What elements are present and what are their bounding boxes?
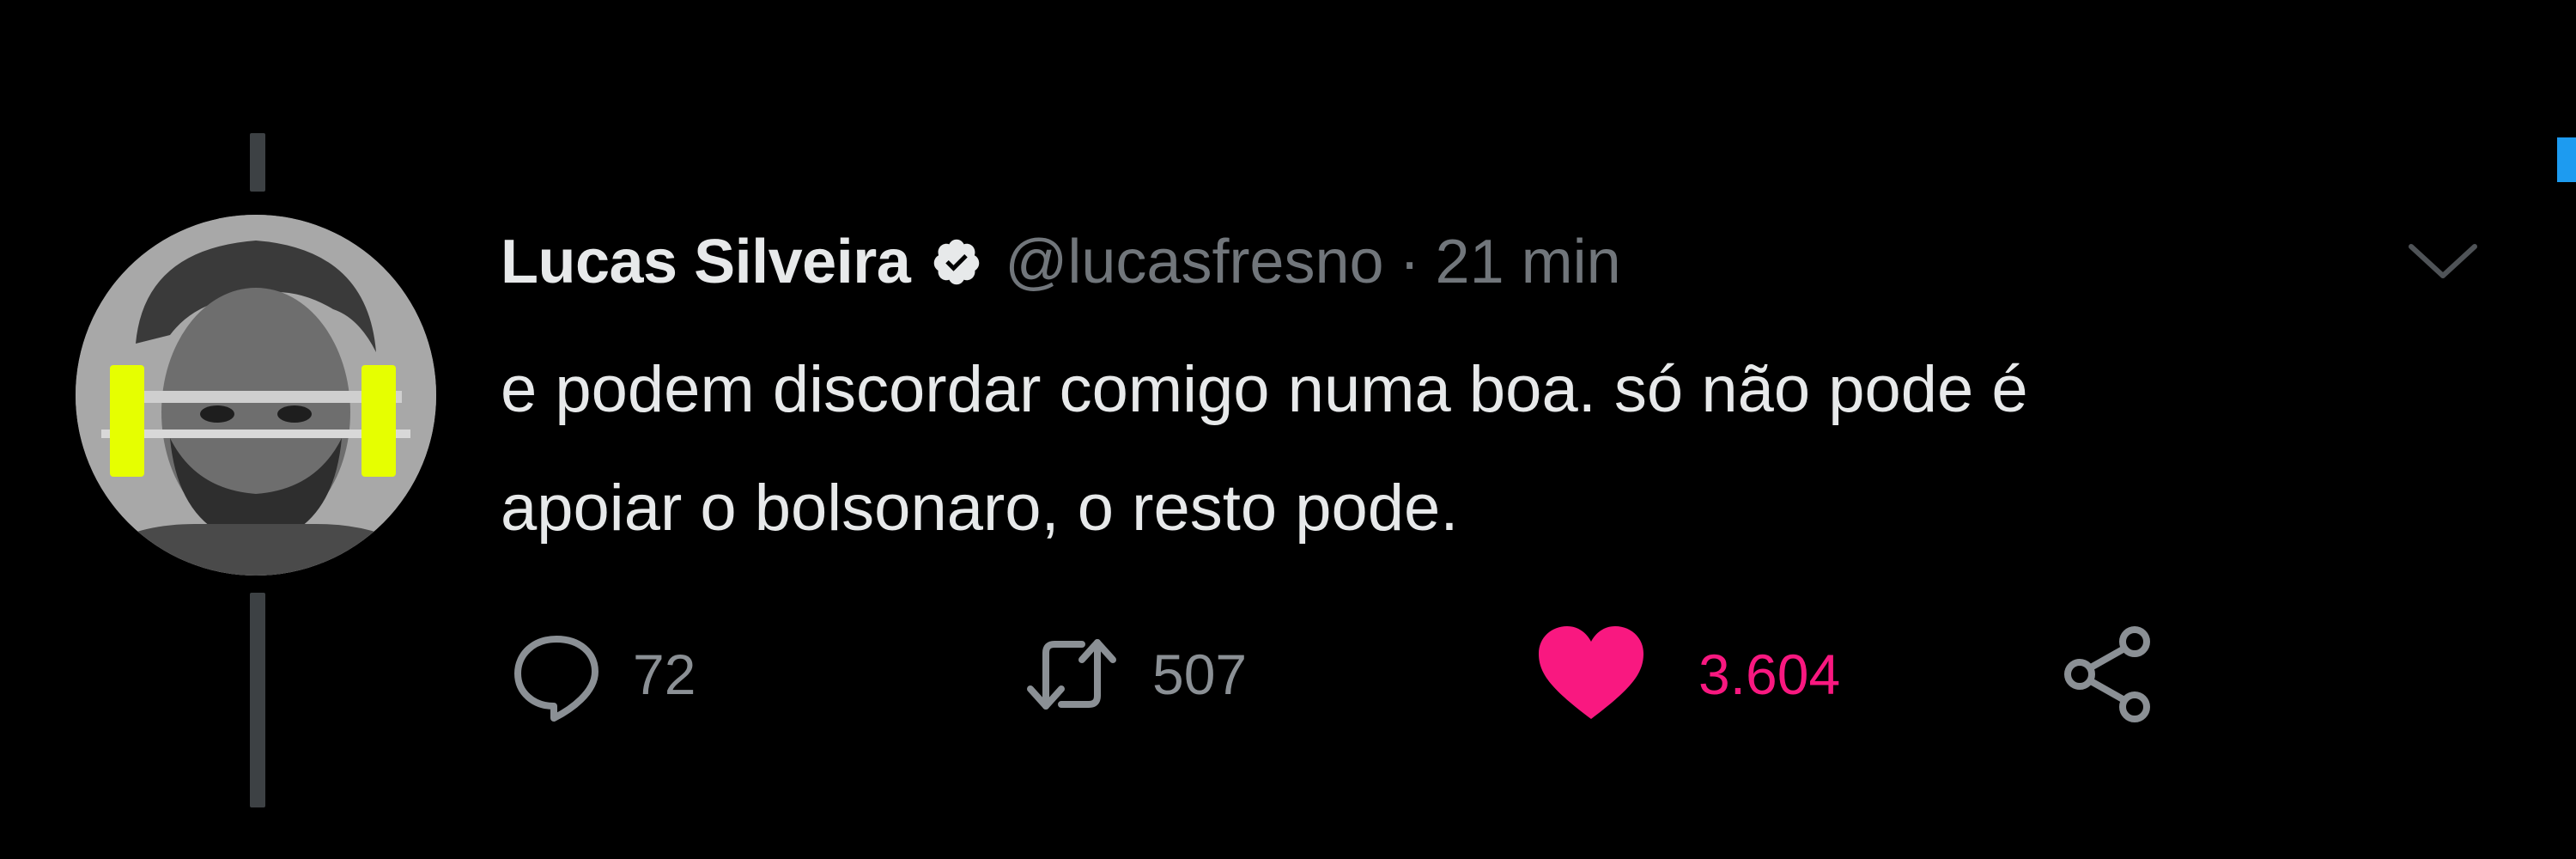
tweet-header: Lucas Silveira @lucasfresno · 21 min: [501, 215, 1621, 309]
timestamp[interactable]: 21 min: [1436, 227, 1621, 297]
retweet-button[interactable]: 507: [1020, 618, 1247, 730]
reply-count: 72: [633, 643, 696, 706]
like-button[interactable]: 3.604: [1535, 618, 1840, 730]
share-button[interactable]: [2059, 618, 2162, 730]
author-handle[interactable]: @lucasfresno: [1005, 227, 1383, 297]
tweet-text: e podem discordar comigo numa boa. só nã…: [501, 353, 2028, 545]
share-icon: [2064, 626, 2150, 722]
reply-icon: [514, 636, 598, 722]
chevron-down-icon[interactable]: [2404, 236, 2482, 288]
separator-dot: ·: [1399, 228, 1420, 296]
verified-badge-icon: [931, 236, 982, 288]
avatar-photo: [76, 215, 436, 576]
heart-icon: [1539, 626, 1643, 719]
retweet-icon: [1027, 639, 1116, 710]
thread-line-top: [250, 133, 265, 192]
like-count: 3.604: [1698, 643, 1841, 706]
retweet-count: 507: [1152, 643, 1248, 706]
edge-indicator: [2557, 137, 2576, 182]
reply-button[interactable]: 72: [509, 618, 696, 730]
avatar[interactable]: [76, 215, 436, 576]
thread-line-bottom: [250, 593, 265, 807]
author-name[interactable]: Lucas Silveira: [501, 227, 911, 297]
tweet-actions: 72 507 3.604: [501, 618, 2218, 730]
